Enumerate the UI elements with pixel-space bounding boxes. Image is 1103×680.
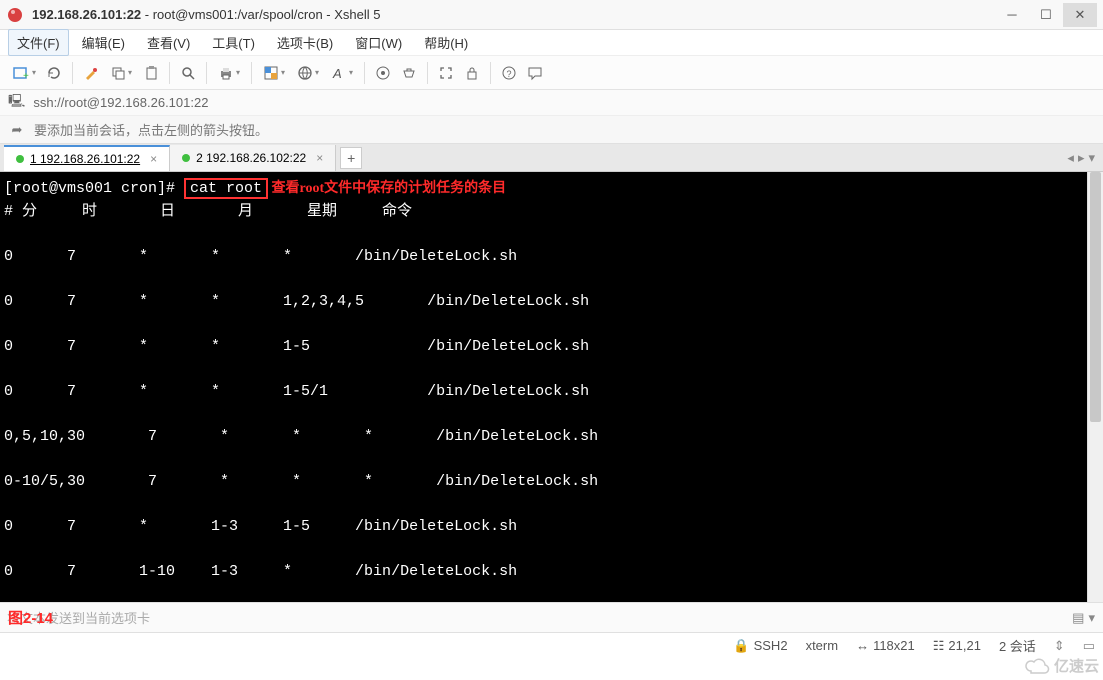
print-icon[interactable] [213,61,245,85]
menu-tabs[interactable]: 选项卡(B) [268,29,342,56]
compose-bar: 图2-14 将文本发送到当前选项卡 ▤ ▾ [0,602,1103,632]
compose-menu-icon[interactable]: ▤ [1072,610,1084,626]
tab-close-icon[interactable]: × [150,152,157,166]
minimize-button[interactable]: ─ [995,3,1029,27]
color-scheme-icon[interactable] [258,61,290,85]
terminal[interactable]: [root@vms001 cron]# cat root 查看root文件中保存… [0,172,1087,602]
terminal-area: [root@vms001 cron]# cat root 查看root文件中保存… [0,172,1103,602]
menu-view[interactable]: 查看(V) [138,29,199,56]
status-updown-icon[interactable]: ⇕ [1054,638,1065,654]
xftp-icon[interactable] [397,61,421,85]
session-tab-2[interactable]: 2 192.168.26.102:22 × [170,145,336,171]
scrollbar[interactable] [1087,172,1103,602]
reconnect-icon[interactable] [42,61,66,85]
window-controls: ─ ☐ ✕ [995,3,1097,27]
app-icon [6,6,24,24]
hint-arrow-icon[interactable]: ➦ [8,121,26,139]
svg-text:A: A [332,66,342,81]
menu-bar: 文件(F) 编辑(E) 查看(V) 工具(T) 选项卡(B) 窗口(W) 帮助(… [0,30,1103,56]
status-caps-icon: ▭ [1083,638,1095,654]
tab-menu-icon[interactable]: ▾ [1088,150,1095,166]
window-title-host: 192.168.26.101:22 [32,7,141,22]
toolbar: + A ? [0,56,1103,90]
status-dot-icon [16,155,24,163]
paste-icon[interactable] [139,61,163,85]
svg-text:?: ? [507,69,512,79]
address-url[interactable]: ssh://root@192.168.26.101:22 [33,95,208,110]
scroll-thumb[interactable] [1090,172,1101,422]
session-tab-1[interactable]: 1 192.168.26.101:22 × [4,145,170,171]
tab-add-button[interactable]: + [340,147,362,169]
help-icon[interactable]: ? [497,61,521,85]
search-icon[interactable] [176,61,200,85]
new-session-icon[interactable]: + [8,61,40,85]
link-icon: 🖳 [8,92,25,114]
menu-file[interactable]: 文件(F) [8,29,69,56]
tab-bar: 1 192.168.26.101:22 × 2 192.168.26.102:2… [0,144,1103,172]
menu-help[interactable]: 帮助(H) [415,29,477,56]
maximize-button[interactable]: ☐ [1029,3,1063,27]
status-size: ↔118x21 [856,638,915,653]
address-bar: 🖳 ssh://root@192.168.26.101:22 [0,90,1103,116]
watermark: 亿速云 [1024,655,1099,676]
menu-tools[interactable]: 工具(T) [203,29,264,56]
xagent-icon[interactable] [371,61,395,85]
status-pos: ☷21,21 [933,638,981,654]
menu-edit[interactable]: 编辑(E) [73,29,134,56]
figure-label: 图2-14 [8,607,53,628]
close-button[interactable]: ✕ [1063,3,1097,27]
title-bar: 192.168.26.101:22 - root@vms001:/var/spo… [0,0,1103,30]
tab-1-label: 1 192.168.26.101:22 [30,152,140,166]
tab-2-label: 2 192.168.26.102:22 [196,151,306,165]
svg-text:+: + [23,71,29,82]
copy-icon[interactable] [105,61,137,85]
feedback-icon[interactable] [523,61,547,85]
lock-small-icon: 🔒 [733,638,749,654]
properties-icon[interactable] [79,61,103,85]
status-term: xterm [806,638,839,653]
hint-bar: ➦ 要添加当前会话，点击左侧的箭头按钮。 [0,116,1103,144]
font-icon[interactable]: A [326,61,358,85]
hint-text: 要添加当前会话，点击左侧的箭头按钮。 [34,120,268,139]
tab-close-icon[interactable]: × [316,151,323,165]
menu-window[interactable]: 窗口(W) [346,29,411,56]
status-dot-icon [182,154,190,162]
compose-dropdown-icon[interactable]: ▾ [1088,610,1095,626]
window-title-rest: - root@vms001:/var/spool/cron - Xshell 5 [141,7,380,22]
fullscreen-icon[interactable] [434,61,458,85]
status-proto: 🔒SSH2 [733,638,787,654]
tab-prev-icon[interactable]: ◂ [1067,150,1074,166]
lock-icon[interactable] [460,61,484,85]
status-bar: 🔒SSH2 xterm ↔118x21 ☷21,21 2 会话 ⇕ ▭ [0,632,1103,658]
status-sessions: 2 会话 [999,636,1036,655]
tab-nav: ◂ ▸ ▾ [1067,150,1099,166]
window-title: 192.168.26.101:22 - root@vms001:/var/spo… [32,7,381,22]
encoding-icon[interactable] [292,61,324,85]
tab-next-icon[interactable]: ▸ [1078,150,1085,166]
